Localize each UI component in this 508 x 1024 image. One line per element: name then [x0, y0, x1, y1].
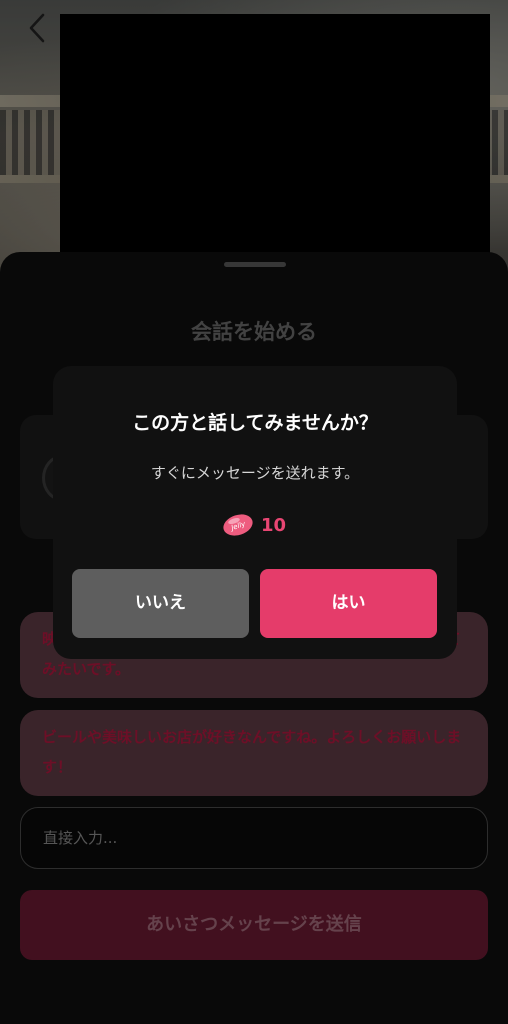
- jelly-icon: Jelly: [223, 514, 253, 536]
- dialog-subtitle: すぐにメッセージを送れます。: [150, 464, 360, 482]
- no-button[interactable]: いいえ: [72, 569, 249, 638]
- dialog-title: この方と話してみませんか？: [132, 412, 378, 434]
- jelly-cost: Jelly 10: [221, 510, 286, 540]
- cost-value: 10: [261, 514, 287, 536]
- confirm-dialog: この方と話してみませんか？ すぐにメッセージを送れます。 Jelly 10 いい…: [53, 366, 457, 659]
- yes-button[interactable]: はい: [260, 569, 437, 638]
